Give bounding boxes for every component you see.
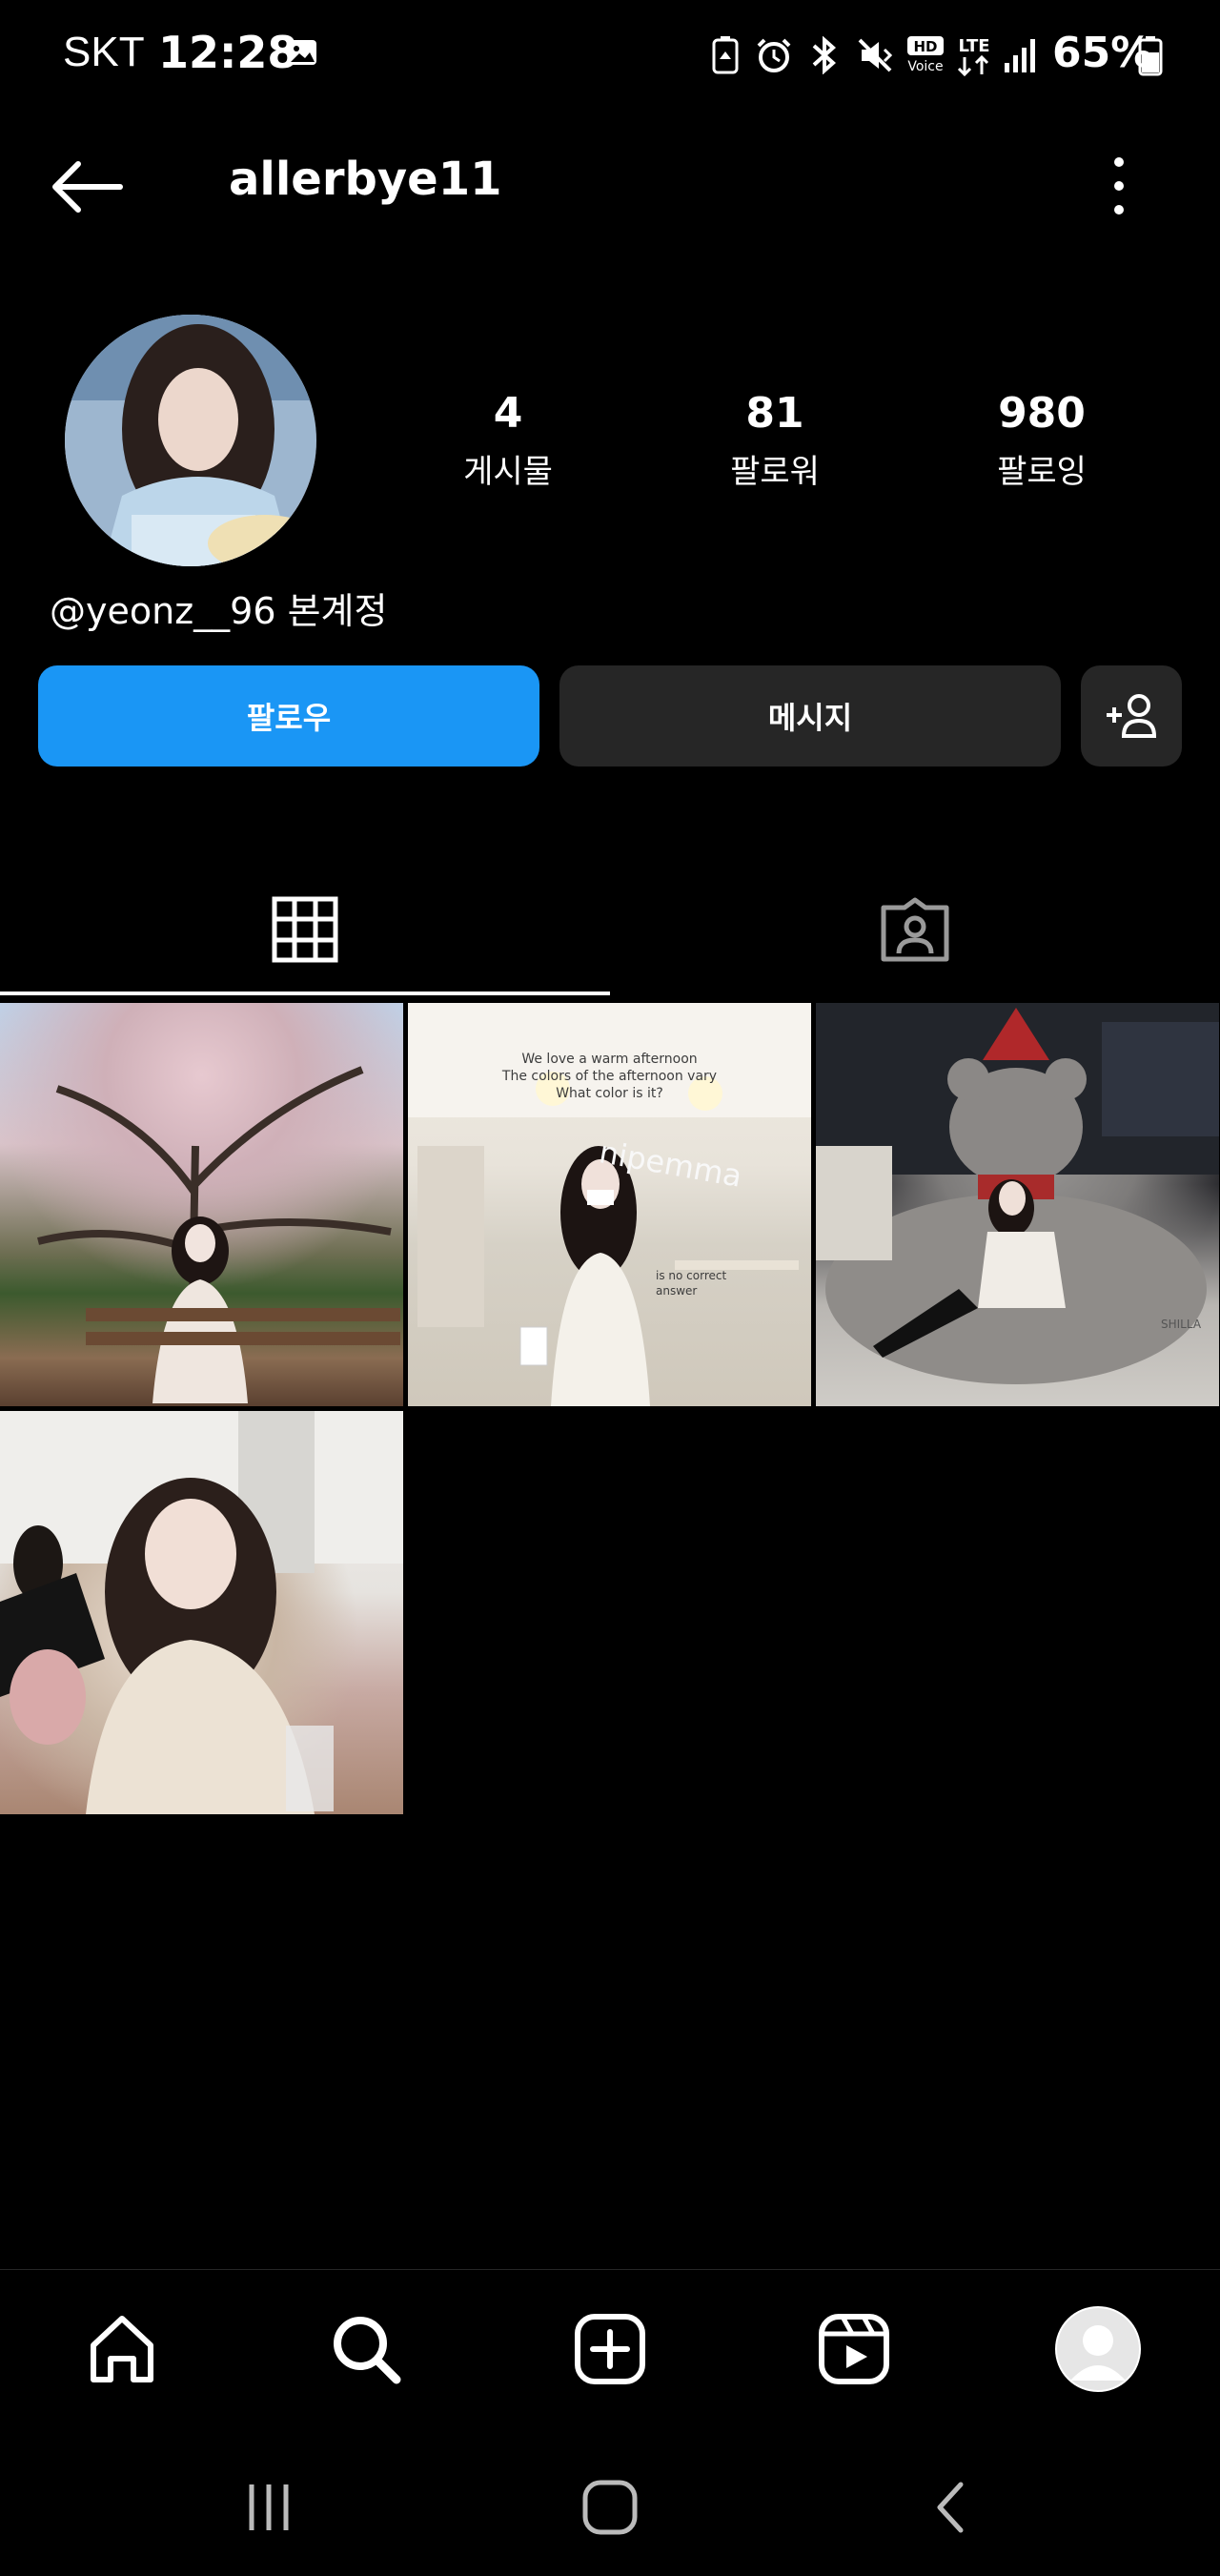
- svg-text:HD: HD: [913, 38, 937, 55]
- tab-tagged[interactable]: [610, 868, 1220, 992]
- post-brand-text: SHILLA: [1161, 1318, 1202, 1331]
- nav-profile[interactable]: [1052, 2303, 1144, 2395]
- posts-stat[interactable]: 4 게시물: [403, 389, 613, 492]
- back-system-button[interactable]: [894, 2460, 1008, 2555]
- post-image-selfie: [0, 1411, 403, 1814]
- avatar[interactable]: [65, 315, 316, 566]
- recent-apps-button[interactable]: [212, 2460, 326, 2555]
- image-icon: [286, 36, 318, 72]
- bluetooth-icon: [808, 35, 841, 78]
- post-thumbnail[interactable]: SHILLA: [816, 1003, 1219, 1406]
- clock: 12:28: [158, 27, 298, 78]
- post-thumbnail[interactable]: [0, 1411, 403, 1814]
- arrow-left-icon: [52, 161, 123, 213]
- lte-icon: LTE: [953, 32, 995, 82]
- message-button[interactable]: 메시지: [559, 665, 1061, 767]
- following-label: 팔로잉: [997, 453, 1087, 491]
- home-system-button[interactable]: [553, 2460, 667, 2555]
- svg-text:LTE: LTE: [958, 36, 989, 56]
- home-icon: [91, 2316, 153, 2382]
- back-button[interactable]: [50, 156, 126, 217]
- nav-reels[interactable]: [808, 2303, 900, 2395]
- followers-stat[interactable]: 81 팔로워: [670, 389, 880, 492]
- tagged-user-icon: [881, 897, 949, 962]
- recents-icon: [249, 2484, 289, 2530]
- post-thumbnail[interactable]: [0, 1003, 403, 1406]
- more-options-button[interactable]: [1100, 153, 1138, 219]
- grid-icon: [272, 896, 338, 963]
- chevron-left-icon: [937, 2482, 964, 2533]
- post-image-teddy-bear: [816, 1003, 1219, 1384]
- nav-home[interactable]: [76, 2303, 168, 2395]
- following-stat[interactable]: 980 팔로잉: [937, 389, 1147, 492]
- profile-bio[interactable]: @yeonz__96 본계정: [50, 582, 387, 634]
- tab-posts-grid[interactable]: [0, 868, 610, 992]
- svg-text:Voice: Voice: [907, 59, 943, 74]
- add-user-icon: [1107, 694, 1157, 738]
- nav-search[interactable]: [320, 2303, 412, 2395]
- post-caption: is no correct answer: [656, 1268, 726, 1298]
- avatar-photo: [65, 315, 316, 566]
- profile-avatar-icon: [1055, 2306, 1141, 2392]
- followers-label: 팔로워: [730, 453, 820, 491]
- followers-count: 81: [745, 389, 804, 438]
- signal-icon: [1001, 36, 1039, 78]
- posts-label: 게시물: [463, 453, 553, 491]
- post-caption-line: is no correct: [656, 1269, 727, 1282]
- search-icon: [334, 2317, 401, 2384]
- reels-icon: [819, 2314, 889, 2384]
- post-thumbnail[interactable]: We love a warm afternoon The colors of t…: [408, 1003, 811, 1406]
- active-tab-indicator: [0, 992, 610, 995]
- post-overlay-line: We love a warm afternoon: [521, 1052, 698, 1067]
- follow-button[interactable]: 팔로우: [38, 665, 539, 767]
- nav-create[interactable]: [564, 2303, 656, 2395]
- battery-icon: [1138, 36, 1163, 80]
- suggested-users-button[interactable]: [1081, 665, 1182, 767]
- post-image-cherry-blossom: [37, 1066, 400, 1404]
- recycle-icon: [711, 36, 740, 78]
- profile-username: allerbye11: [229, 153, 502, 206]
- add-post-icon: [575, 2314, 645, 2384]
- alarm-icon: [755, 36, 793, 78]
- following-count: 980: [998, 389, 1086, 438]
- status-bar: SKT 12:28 HD Voice LTE 65%: [0, 0, 1220, 114]
- mute-icon: [856, 36, 894, 78]
- carrier-label: SKT: [63, 29, 145, 75]
- post-caption-line: answer: [656, 1284, 698, 1298]
- posts-count: 4: [493, 389, 523, 438]
- post-overlay-line: The colors of the afternoon vary: [501, 1069, 718, 1084]
- more-vertical-icon: [1114, 157, 1124, 215]
- hd-voice-icon: HD Voice: [904, 34, 947, 80]
- home-circle-icon: [582, 2480, 638, 2535]
- post-overlay-line: What color is it?: [556, 1086, 663, 1101]
